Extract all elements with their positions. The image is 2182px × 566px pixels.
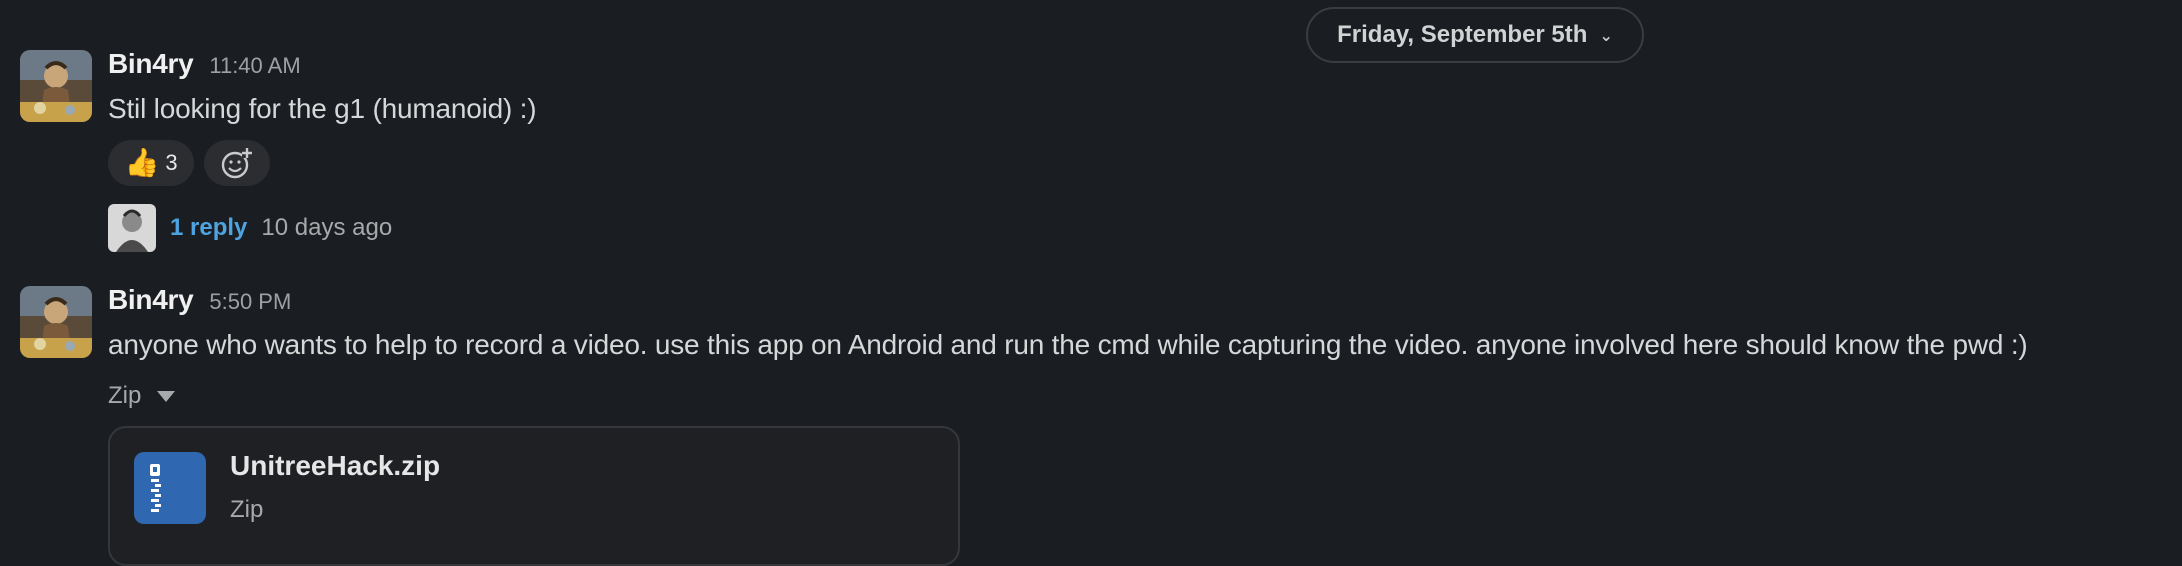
avatar[interactable] (20, 286, 92, 358)
last-reply-time: 10 days ago (261, 214, 393, 241)
message-timestamp[interactable]: 11:40 AM (209, 53, 300, 79)
reaction-count: 3 (165, 150, 178, 175)
file-attachment-card[interactable]: UnitreeHack.zip Zip (108, 426, 960, 566)
zip-file-icon (134, 452, 206, 524)
reaction-thumbs-up[interactable]: 👍 3 (108, 140, 194, 186)
message-text: Stil looking for the g1 (humanoid) :) (108, 93, 537, 124)
reply-avatar (108, 204, 156, 252)
avatar[interactable] (20, 50, 92, 122)
attachment-toggle-label: Zip (108, 382, 142, 409)
date-divider-label: Friday, September 5th (1337, 21, 1588, 48)
attachment-toggle[interactable]: Zip (108, 382, 176, 410)
add-emoji-icon (221, 148, 252, 179)
file-type: Zip (230, 496, 264, 523)
author-name[interactable]: Bin4ry (108, 284, 194, 316)
file-name[interactable]: UnitreeHack.zip (230, 450, 440, 482)
thread-summary[interactable]: 1 reply 10 days ago (108, 204, 392, 252)
author-name[interactable]: Bin4ry (108, 48, 194, 80)
thumbs-up-icon: 👍 (124, 147, 160, 178)
chevron-down-icon: ⌄ (1599, 28, 1613, 45)
caret-down-icon (157, 390, 176, 402)
reactions-bar: 👍 3 (108, 140, 270, 186)
message-timestamp[interactable]: 5:50 PM (209, 289, 291, 315)
date-divider-button[interactable]: Friday, September 5th ⌄ (1306, 7, 1644, 63)
message-text: anyone who wants to help to record a vid… (108, 329, 2028, 360)
reply-count-link[interactable]: 1 reply (170, 214, 247, 242)
add-reaction-button[interactable] (204, 140, 270, 186)
